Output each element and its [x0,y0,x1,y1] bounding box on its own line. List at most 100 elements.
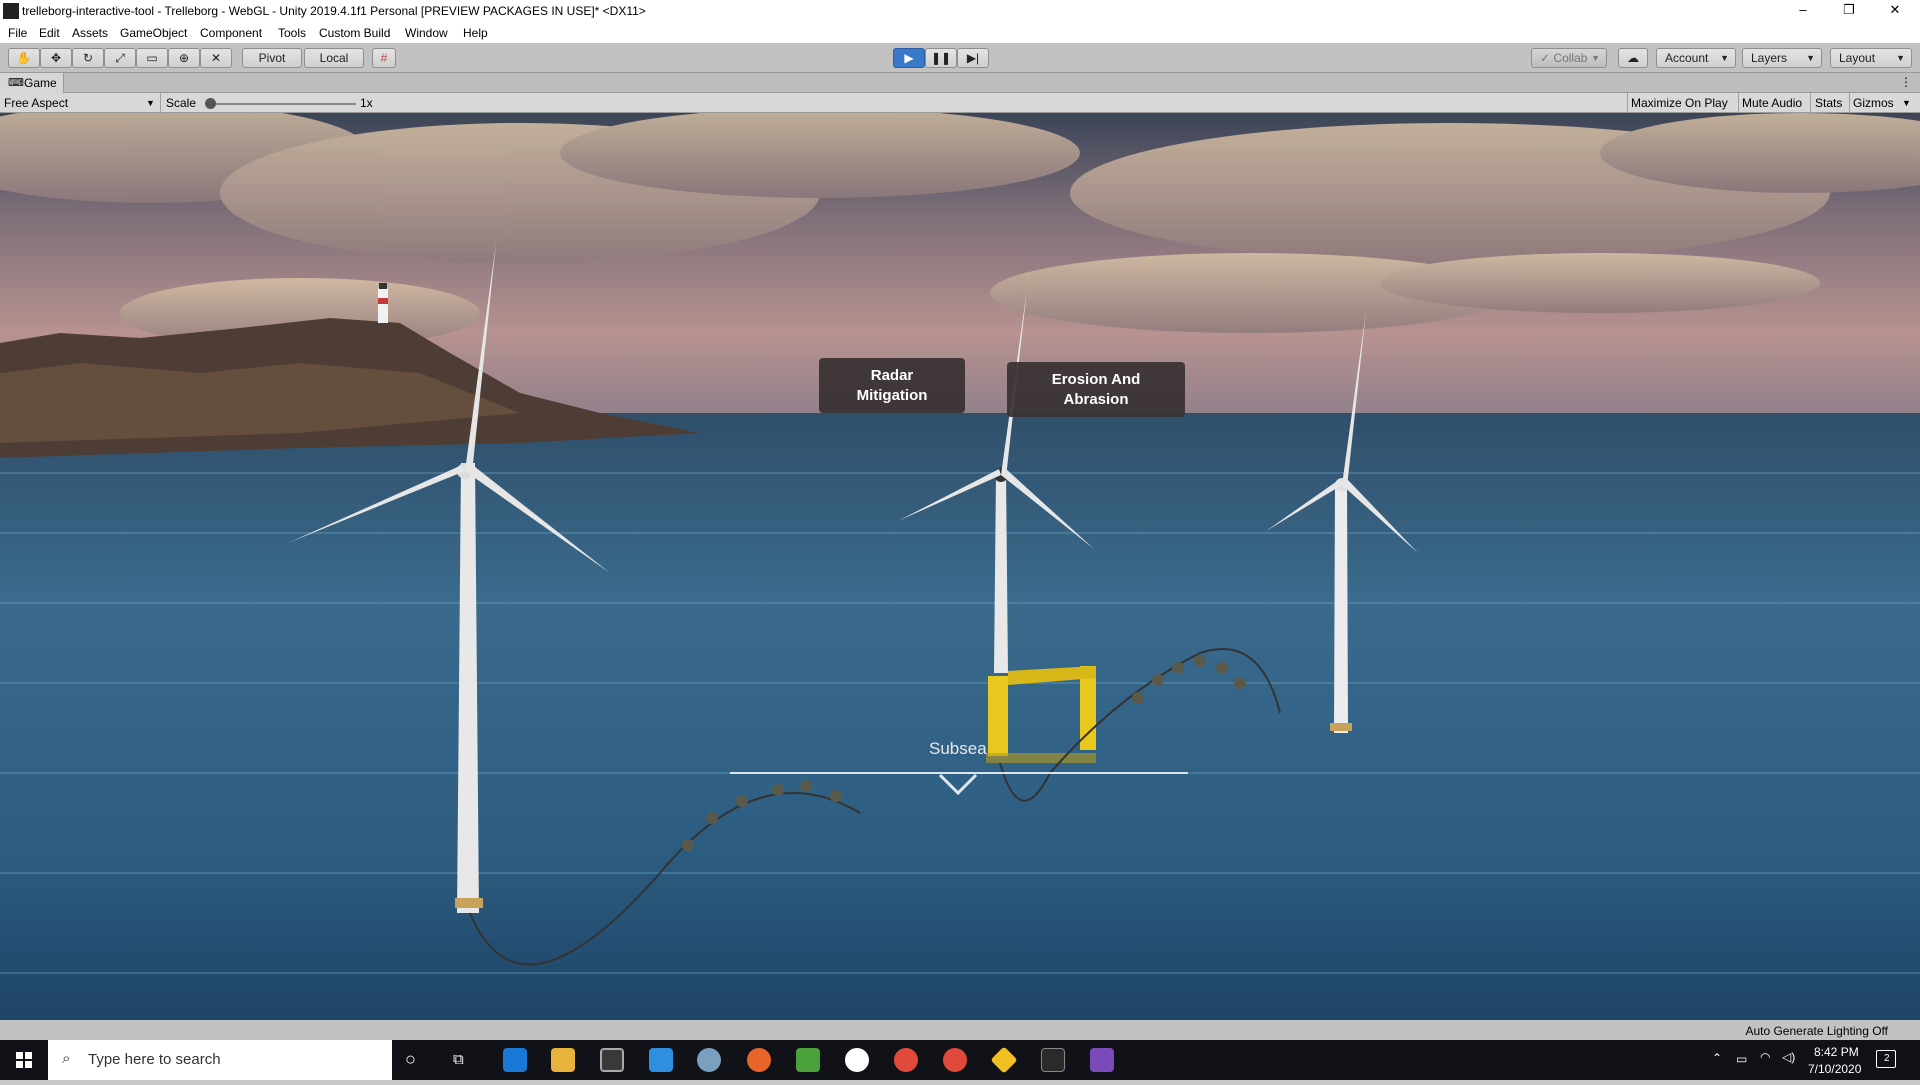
cloud-button[interactable]: ☁ [1618,48,1648,68]
mute-audio-toggle[interactable]: Mute Audio [1742,96,1802,110]
divider [1810,93,1811,113]
hand-tool-button[interactable]: ✋ [8,48,40,68]
menu-gameobject[interactable]: GameObject [120,26,187,40]
gizmos-dropdown[interactable]: Gizmos [1853,96,1894,110]
cortana-icon[interactable]: ○ [405,1049,416,1070]
rect-icon: ▭ [146,51,158,65]
collab-label: Collab [1553,51,1588,65]
menu-window[interactable]: Window [405,26,448,40]
store-icon[interactable] [600,1048,624,1072]
lighthouse-lamp [379,283,387,289]
layout-dropdown[interactable]: Layout ▼ [1830,48,1912,68]
chrome-icon[interactable] [894,1048,918,1072]
chevron-up-icon[interactable]: ⌃ [1712,1051,1722,1065]
lighthouse [378,288,388,323]
clock-time[interactable]: 8:42 PM [1814,1045,1859,1059]
scale-icon: ⤢ [115,51,125,65]
scale-slider-handle[interactable] [205,98,216,109]
task-view-icon[interactable]: ⧉ [453,1051,464,1068]
radar-mitigation-label: Radar Mitigation [856,366,928,404]
local-label: Local [319,51,349,65]
visual-studio-icon[interactable] [1090,1048,1114,1072]
windows-logo-icon [16,1052,32,1068]
firefox-icon[interactable] [747,1048,771,1072]
snap-button[interactable]: # [372,48,396,68]
sourcetree-icon[interactable] [990,1046,1018,1074]
account-dropdown[interactable]: Account ▼ [1656,48,1736,68]
chevron-down-icon[interactable]: ▼ [1902,98,1911,108]
step-button[interactable]: ▶| [957,48,989,68]
custom-tool-button[interactable]: ✕ [200,48,232,68]
panel-menu-icon[interactable]: ⋮ [1900,75,1912,89]
volume-icon[interactable]: ◁) [1782,1050,1795,1064]
maximize-on-play-toggle[interactable]: Maximize On Play [1631,96,1728,110]
radar-mitigation-button[interactable]: Radar Mitigation [819,358,965,413]
rect-tool-button[interactable]: ▭ [136,48,168,68]
file-explorer-icon[interactable] [551,1048,575,1072]
tools-icon: ✕ [210,51,222,65]
restore-button[interactable]: ❐ [1826,0,1872,22]
scale-slider-track[interactable] [208,103,356,105]
erosion-abrasion-button[interactable]: Erosion And Abrasion [1007,362,1185,417]
scale-tool-button[interactable]: ⤢ [104,48,136,68]
menu-help[interactable]: Help [463,26,488,40]
battery-icon[interactable]: ▭ [1736,1052,1747,1066]
chrome-icon[interactable] [943,1048,967,1072]
pause-button[interactable]: ❚❚ [925,48,957,68]
menu-assets[interactable]: Assets [72,26,108,40]
stats-toggle[interactable]: Stats [1815,96,1842,110]
slack-icon[interactable] [845,1048,869,1072]
notification-center-button[interactable]: 2 [1876,1050,1896,1068]
edge-icon[interactable] [503,1048,527,1072]
menu-custom-build[interactable]: Custom Build [319,26,390,40]
chevron-down-icon: ▼ [1591,53,1600,63]
check-icon: ✓ [1540,51,1551,65]
cloud-icon: ☁ [1627,51,1639,65]
play-button[interactable]: ▶ [893,48,925,68]
close-button[interactable]: ✕ [1872,0,1918,22]
pivot-toggle[interactable]: Pivot [242,48,302,68]
game-viewport[interactable]: Radar Mitigation Erosion And Abrasion Su… [0,113,1920,1020]
divider [160,93,161,113]
chevron-down-icon: ▼ [1806,53,1815,63]
scale-value: 1x [360,96,373,110]
local-toggle[interactable]: Local [304,48,364,68]
menu-edit[interactable]: Edit [39,26,60,40]
clock-date[interactable]: 7/10/2020 [1808,1062,1861,1076]
menu-file[interactable]: File [8,26,27,40]
menu-bar: File Edit Assets GameObject Component To… [0,22,1920,43]
wifi-icon[interactable]: ◠ [1760,1050,1770,1064]
tab-game[interactable]: ⌨ Game [0,73,64,93]
subsea-label[interactable]: Subsea [929,739,987,759]
menu-component[interactable]: Component [200,26,262,40]
tab-game-label: Game [24,76,57,90]
gamepad-icon: ⌨ [8,77,24,89]
mail-icon[interactable] [649,1048,673,1072]
layers-dropdown[interactable]: Layers ▼ [1742,48,1822,68]
transform-tool-button[interactable]: ⊕ [168,48,200,68]
unity-app-icon [3,3,19,19]
notepad-icon[interactable] [796,1048,820,1072]
menu-tools[interactable]: Tools [278,26,306,40]
aspect-label: Free Aspect [4,96,69,110]
move-icon: ✥ [50,51,62,65]
chevron-down-icon: ▼ [146,98,155,108]
hand-icon: ✋ [16,51,32,65]
transform-icon: ⊕ [178,51,190,65]
chevron-down-icon: ▼ [1896,53,1905,63]
aspect-dropdown[interactable]: Free Aspect ▼ [0,93,160,113]
app-icon[interactable] [697,1048,721,1072]
minimize-button[interactable]: – [1780,0,1826,22]
start-button[interactable] [0,1040,48,1080]
rotate-tool-button[interactable]: ↻ [72,48,104,68]
scale-label: Scale [166,96,197,110]
divider [1849,93,1850,113]
notification-count: 2 [1884,1053,1890,1064]
unity-icon[interactable] [1041,1048,1065,1072]
move-tool-button[interactable]: ✥ [40,48,72,68]
erosion-abrasion-label: Erosion And Abrasion [1051,370,1141,408]
collab-dropdown[interactable]: ✓ Collab ▼ [1531,48,1607,68]
lighting-status: Auto Generate Lighting Off [1745,1024,1888,1038]
taskbar-search-box[interactable]: ⌕ Type here to search [48,1040,392,1080]
layout-label: Layout [1839,51,1876,65]
